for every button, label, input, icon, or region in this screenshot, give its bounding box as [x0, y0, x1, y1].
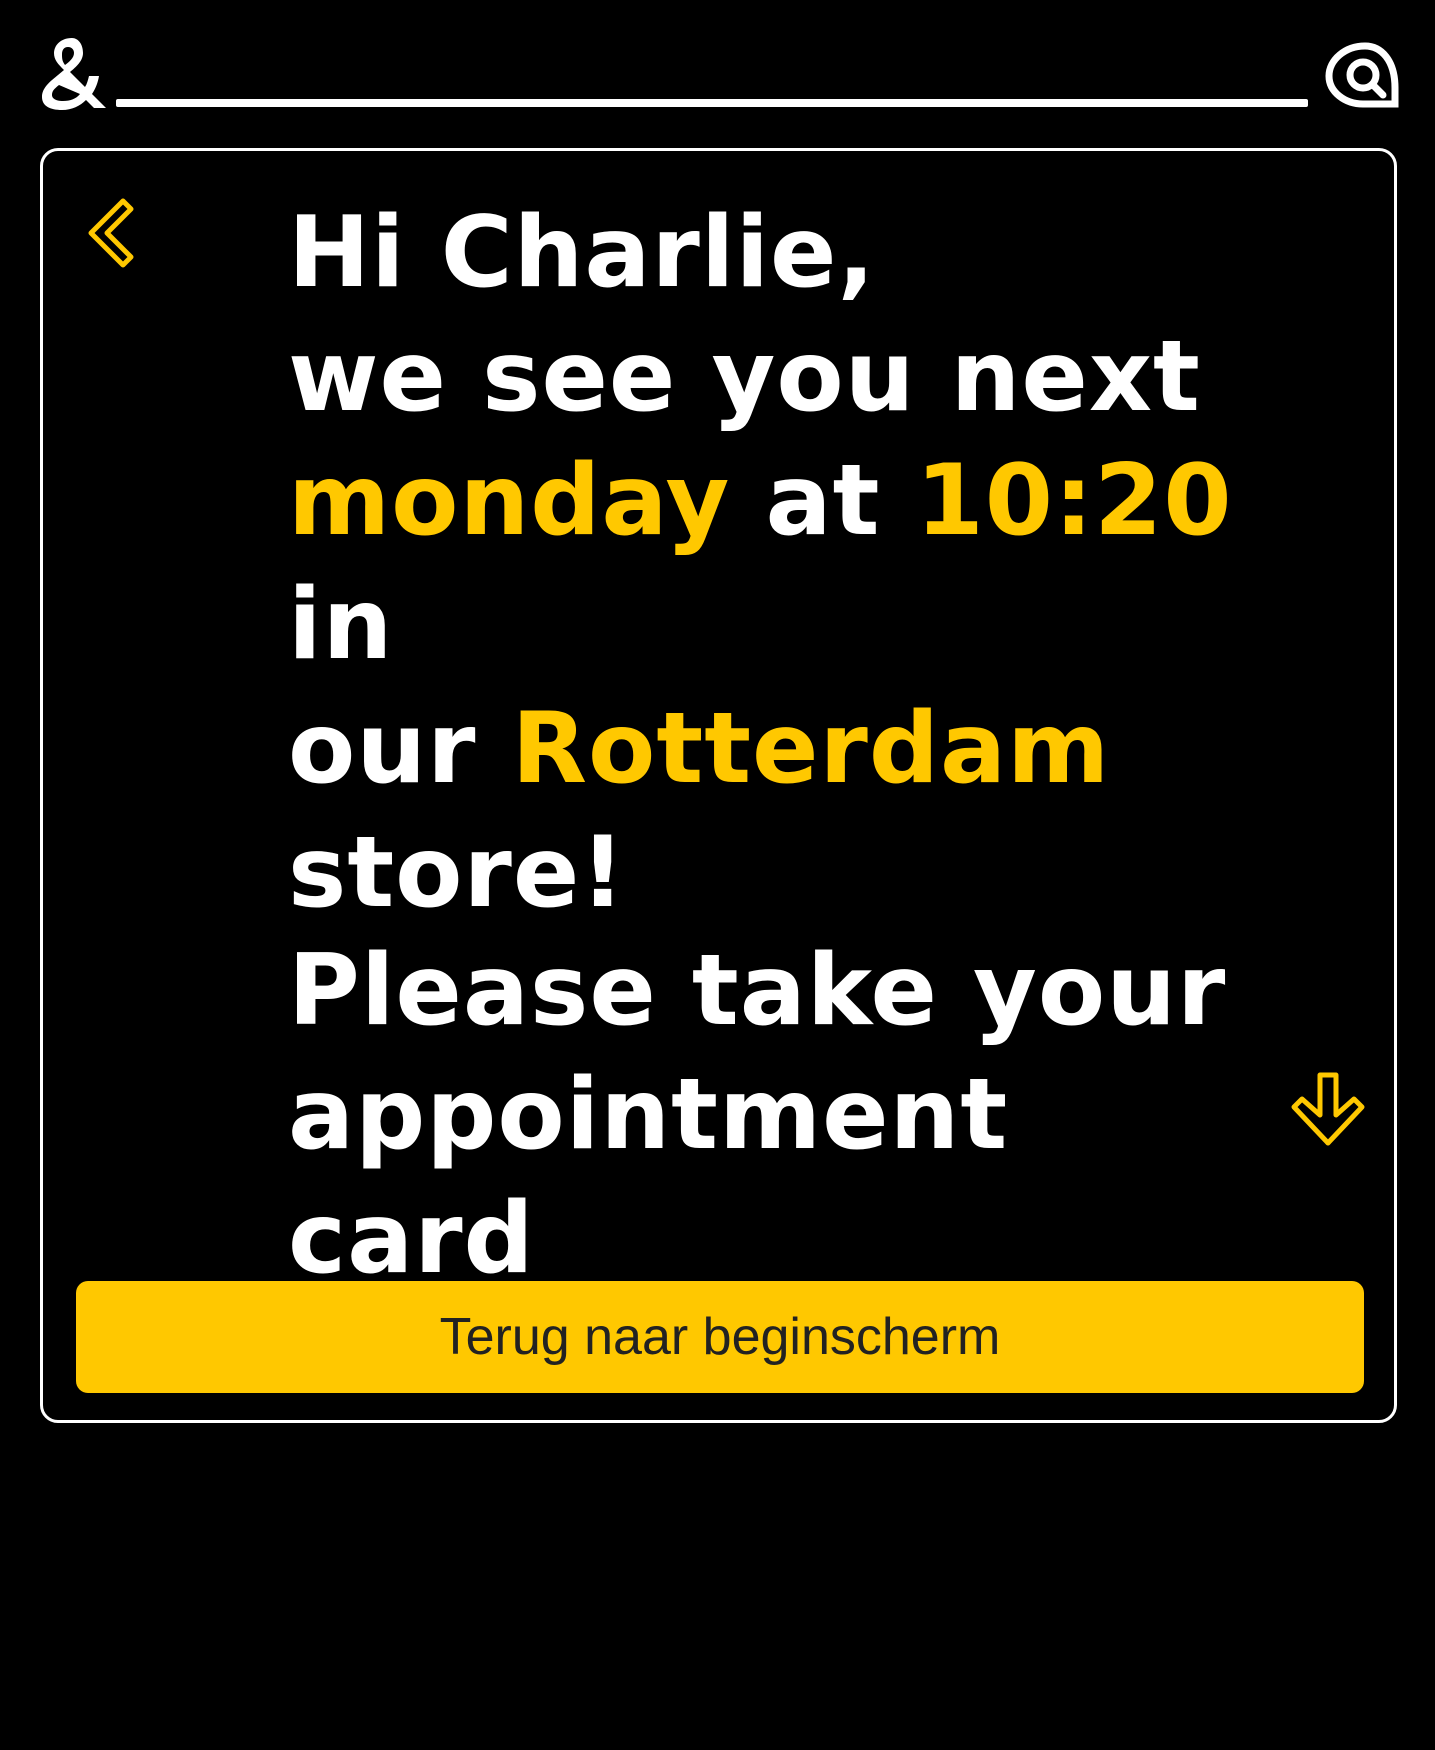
store-suffix: store!: [288, 816, 626, 930]
at-sign-icon: [1325, 42, 1399, 108]
arrow-down-icon: [1291, 1072, 1365, 1146]
in-text: in: [288, 568, 394, 682]
instruction-text: Please take your appointment card: [288, 929, 1288, 1301]
chevron-left-icon[interactable]: [81, 193, 143, 277]
message-line-2: we see you next: [288, 320, 1201, 434]
header: [0, 0, 1435, 130]
at-text: at: [765, 444, 881, 558]
appointment-time: 10:20: [915, 444, 1233, 558]
header-divider: [116, 99, 1308, 107]
our-text: our: [288, 692, 477, 806]
appointment-message: Hi Charlie, we see you next monday at 10…: [288, 191, 1368, 935]
back-to-home-button[interactable]: Terug naar beginscherm: [76, 1281, 1364, 1393]
ampersand-logo-icon: [42, 38, 106, 110]
instruction-line-1: Please take your: [288, 934, 1227, 1048]
appointment-card: Hi Charlie, we see you next monday at 10…: [40, 148, 1397, 1423]
greeting-text: Hi Charlie,: [288, 196, 876, 310]
instruction-line-2: appointment card: [288, 1058, 1009, 1296]
store-name: Rotterdam: [511, 692, 1111, 806]
appointment-day: monday: [288, 444, 731, 558]
